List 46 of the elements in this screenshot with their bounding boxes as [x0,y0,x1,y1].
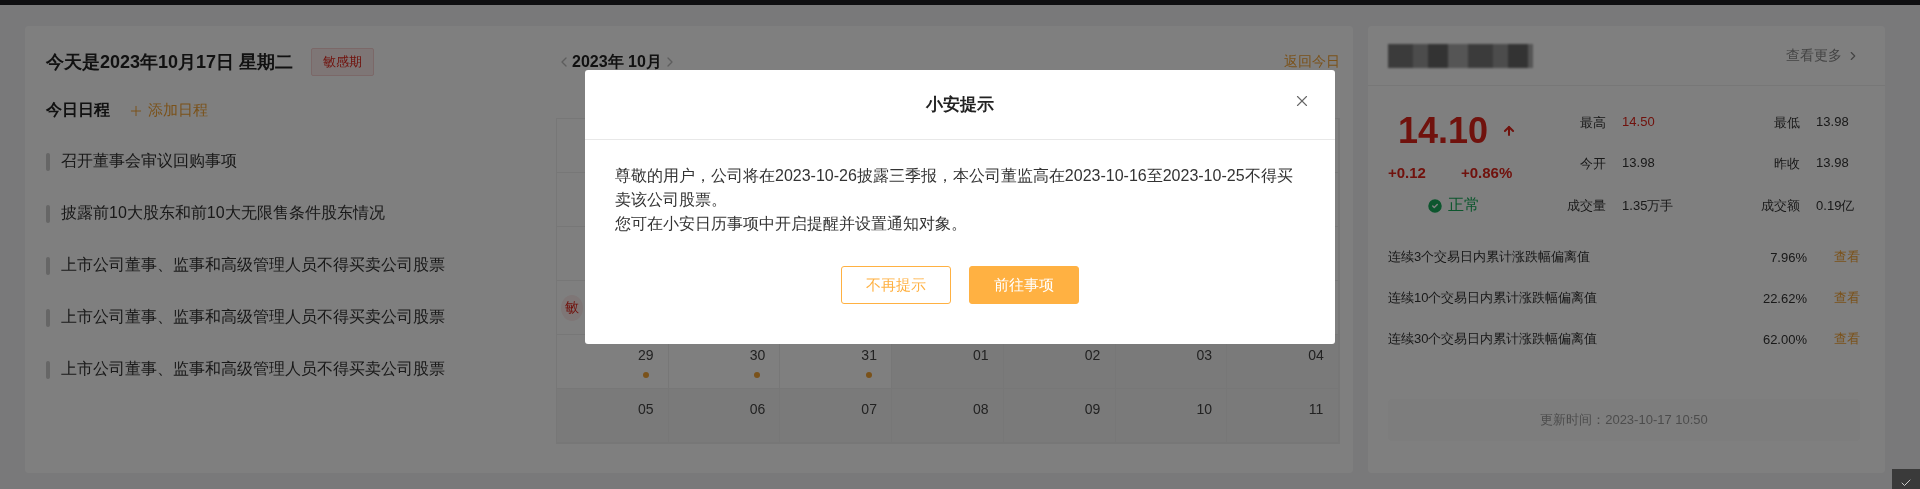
check-circle-icon [1426,196,1444,215]
corner-button[interactable] [1892,469,1920,489]
schedule-item[interactable]: 上市公司董事、监事和高级管理人员不得买卖公司股票 [61,359,445,380]
date-title: 今天是2023年10月17日 星期二 [46,51,294,74]
calendar-day[interactable]: 08 [892,389,1004,443]
stat-label: 今开 [1579,155,1607,174]
price-change: +0.12 [1388,164,1426,181]
calendar-day[interactable]: 05 [557,389,669,443]
schedule-item[interactable]: 上市公司董事、监事和高级管理人员不得买卖公司股票 [61,255,445,276]
stat-value: 0.19亿 [1816,196,1856,215]
stat-value: 13.98 [1816,114,1850,131]
schedule-item[interactable]: 披露前10大股东和前10大无限售条件股东情况 [61,203,385,224]
stat-value: 13.98 [1816,155,1850,173]
dialog-title: 小安提示 [926,94,994,116]
stat-label: 昨收 [1773,155,1801,174]
schedule-item[interactable]: 上市公司董事、监事和高级管理人员不得买卖公司股票 [61,307,445,328]
stat-label: 成交额 [1760,196,1801,215]
schedule-item[interactable]: 召开董事会审议回购事项 [61,151,237,172]
calendar-day[interactable]: 06 [668,389,781,443]
deviation-label: 连续10个交易日内累计涨跌幅偏离值 [1388,289,1598,307]
schedule-heading: 今日日程 [46,100,110,120]
dialog-message: 尊敬的用户，公司将在2023-10-26披露三季报，本公司董监高在2023-10-16至2023-10-25不得买卖该公司股票。 [615,166,1294,210]
stock-price: 14.10 [1398,110,1489,152]
sensitive-day-tag: 敏 [561,295,583,321]
sensitive-period-tag: 敏感期 [311,48,375,76]
stat-value: 14.50 [1622,114,1656,131]
price-change-percent: +0.86% [1460,164,1513,181]
stat-value: 13.98 [1622,155,1656,173]
status-text: 正常 [1448,195,1480,215]
deviation-value: 62.00% [1762,331,1807,347]
calendar-day[interactable]: 07 [780,389,893,443]
deviation-label: 连续30个交易日内累计涨跌幅偏离值 [1388,330,1598,348]
stat-value: 1.35万手 [1622,196,1675,215]
deviation-value: 22.62% [1762,290,1807,306]
view-more-link[interactable]: 查看更多 [1786,46,1860,65]
deviation-value: 7.96% [1770,249,1807,265]
calendar-day[interactable]: 11 [1227,389,1339,443]
dialog-message: 您可在小安日历事项中开启提醒并设置通知对象。 [615,214,968,234]
deviation-label: 连续3个交易日内累计涨跌幅偏离值 [1388,248,1591,266]
calendar-day[interactable]: 10 [1115,389,1228,443]
calendar-day[interactable]: 09 [1003,389,1116,443]
month-title: 2023年 10月 [572,51,662,72]
check-icon [1900,477,1912,489]
stat-label: 最低 [1773,114,1801,132]
stat-label: 最高 [1579,114,1607,132]
stat-label: 成交量 [1566,196,1607,215]
